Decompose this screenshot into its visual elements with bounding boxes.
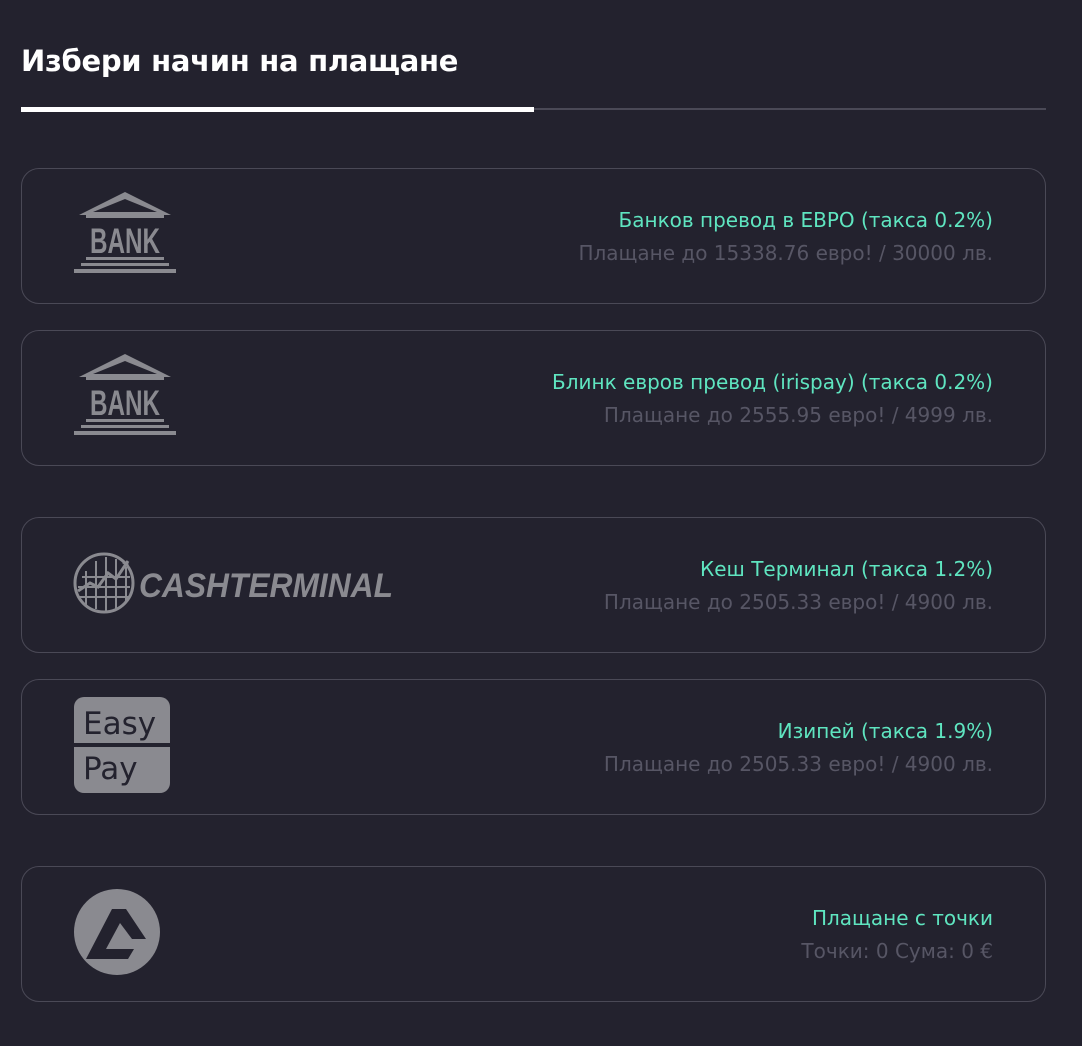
payment-method-easypay[interactable]: Easy Pay Изипей (такса 1.9%) Плащане до … xyxy=(21,679,1046,815)
svg-text:Pay: Pay xyxy=(83,751,138,787)
payment-method-bank-eur[interactable]: BANK Банков превод в ЕВРО (такса 0.2%) П… xyxy=(21,168,1046,304)
svg-text:BANK: BANK xyxy=(90,222,160,261)
payment-method-info: Плащане с точки Точки: 0 Сума: 0 € xyxy=(801,903,993,966)
bank-icon: BANK xyxy=(72,353,178,443)
payment-method-info: Блинк евров превод (irispay) (такса 0.2%… xyxy=(552,367,993,430)
payment-method-name: Изипей (такса 1.9%) xyxy=(777,719,993,743)
payment-method-name: Банков превод в ЕВРО (такса 0.2%) xyxy=(618,208,993,232)
payment-method-blink-irispay[interactable]: BANK Блинк евров превод (irispay) (такса… xyxy=(21,330,1046,466)
payment-method-name: Плащане с точки xyxy=(811,906,993,930)
payment-method-limit: Плащане до 2505.33 евро! / 4900 лв. xyxy=(603,590,993,614)
svg-text:Easy: Easy xyxy=(83,706,156,742)
payment-method-name: Кеш Терминал (такса 1.2%) xyxy=(700,557,993,581)
payment-method-info: Банков превод в ЕВРО (такса 0.2%) Плащан… xyxy=(578,205,993,268)
payment-method-info: Изипей (такса 1.9%) Плащане до 2505.33 е… xyxy=(604,716,993,779)
points-logo xyxy=(72,887,162,981)
payment-method-limit: Плащане до 2555.95 евро! / 4999 лв. xyxy=(603,403,993,427)
svg-text:CASHTERMINAL: CASHTERMINAL xyxy=(139,567,393,605)
payment-method-limit: Плащане до 2505.33 евро! / 4900 лв. xyxy=(603,752,993,776)
payment-method-limit: Плащане до 15338.76 евро! / 30000 лв. xyxy=(578,241,993,265)
cashterminal-logo: CASHTERMINAL xyxy=(72,551,397,619)
page-title: Избери начин на плащане xyxy=(21,44,459,78)
svg-text:BANK: BANK xyxy=(90,384,160,423)
bank-icon: BANK xyxy=(72,191,178,281)
payment-method-limit: Точки: 0 Сума: 0 € xyxy=(801,939,993,963)
payment-method-info: Кеш Терминал (такса 1.2%) Плащане до 250… xyxy=(604,554,993,617)
payment-method-cash-terminal[interactable]: CASHTERMINAL Кеш Терминал (такса 1.2%) П… xyxy=(21,517,1046,653)
step-progress-track xyxy=(21,107,1046,112)
easypay-logo: Easy Pay xyxy=(73,696,171,798)
payment-method-name: Блинк евров превод (irispay) (такса 0.2%… xyxy=(552,370,993,394)
step-progress-fill xyxy=(21,107,534,112)
payment-method-points[interactable]: Плащане с точки Точки: 0 Сума: 0 € xyxy=(21,866,1046,1002)
